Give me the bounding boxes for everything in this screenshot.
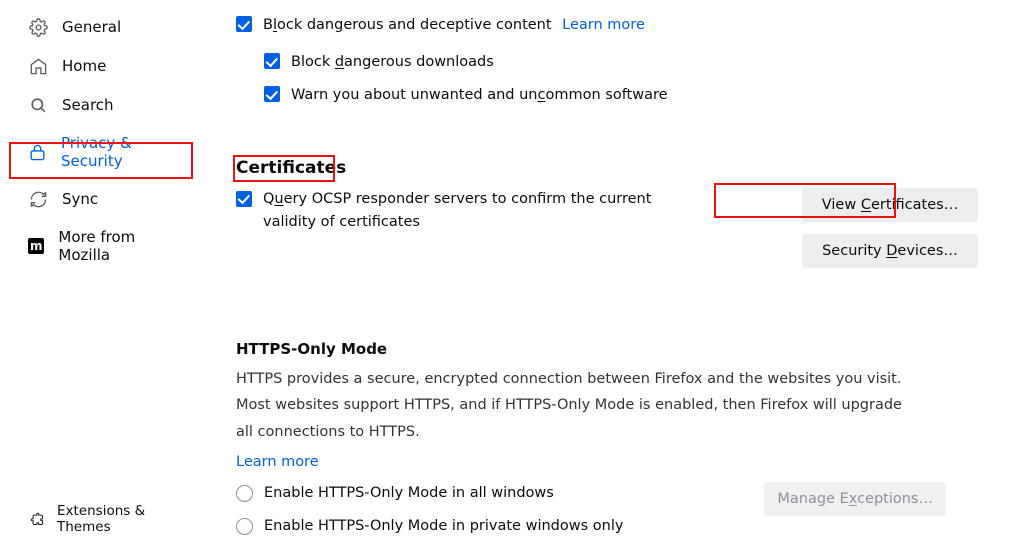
sidebar-item-label: Sync — [62, 190, 98, 208]
sidebar-item-general[interactable]: General — [8, 9, 192, 45]
sidebar-item-home[interactable]: Home — [8, 48, 192, 84]
home-icon — [28, 56, 48, 76]
sidebar-item-extensions[interactable]: Extensions & Themes — [8, 497, 192, 541]
block-deceptive-row[interactable]: Block dangerous and deceptive content Le… — [236, 14, 988, 37]
sidebar-item-label: Home — [62, 57, 106, 75]
content: Block dangerous and deceptive content Le… — [200, 0, 1024, 550]
learn-more-link[interactable]: Learn more — [562, 17, 645, 33]
warn-unwanted-row[interactable]: Warn you about unwanted and uncommon sof… — [264, 84, 988, 107]
view-certificates-button[interactable]: View Certificates… — [802, 188, 978, 222]
https-only-description: HTTPS provides a secure, encrypted conne… — [236, 366, 916, 446]
checkbox[interactable] — [236, 16, 252, 32]
sidebar-item-privacy[interactable]: Privacy & Security — [8, 126, 192, 178]
sidebar-item-more-mozilla[interactable]: m More from Mozilla — [8, 220, 192, 272]
block-deceptive-label: Block dangerous and deceptive content Le… — [263, 14, 645, 37]
certificates-heading: Certificates — [236, 158, 988, 178]
query-ocsp-label: Query OCSP responder servers to confirm … — [263, 188, 696, 234]
checkbox[interactable] — [264, 53, 280, 69]
gear-icon — [28, 17, 48, 37]
sync-icon — [28, 189, 48, 209]
manage-exceptions-button: Manage Exceptions… — [764, 482, 946, 516]
mozilla-icon: m — [28, 238, 44, 254]
sidebar-item-label: Search — [62, 96, 114, 114]
sidebar-item-label: Extensions & Themes — [57, 503, 180, 535]
sidebar-item-label: General — [62, 18, 121, 36]
https-only-heading: HTTPS-Only Mode — [236, 340, 956, 358]
radio[interactable] — [236, 518, 253, 535]
radio-private-only[interactable]: Enable HTTPS-Only Mode in private window… — [236, 515, 623, 538]
security-devices-button[interactable]: Security Devices… — [802, 234, 978, 268]
sidebar-item-sync[interactable]: Sync — [8, 181, 192, 217]
learn-more-link[interactable]: Learn more — [236, 454, 956, 470]
sidebar-item-label: More from Mozilla — [58, 228, 180, 264]
checkbox[interactable] — [264, 86, 280, 102]
radio-all-windows[interactable]: Enable HTTPS-Only Mode in all windows — [236, 482, 623, 505]
lock-icon — [28, 142, 47, 162]
sidebar-item-search[interactable]: Search — [8, 87, 192, 123]
block-downloads-label: Block dangerous downloads — [291, 51, 494, 74]
warn-unwanted-label: Warn you about unwanted and uncommon sof… — [291, 84, 668, 107]
radio[interactable] — [236, 485, 253, 502]
puzzle-icon — [30, 511, 45, 527]
sidebar-item-label: Privacy & Security — [61, 134, 180, 170]
sidebar: General Home Search Privacy & Security S… — [0, 0, 200, 550]
checkbox[interactable] — [236, 191, 252, 207]
block-downloads-row[interactable]: Block dangerous downloads — [264, 51, 988, 74]
search-icon — [28, 95, 48, 115]
